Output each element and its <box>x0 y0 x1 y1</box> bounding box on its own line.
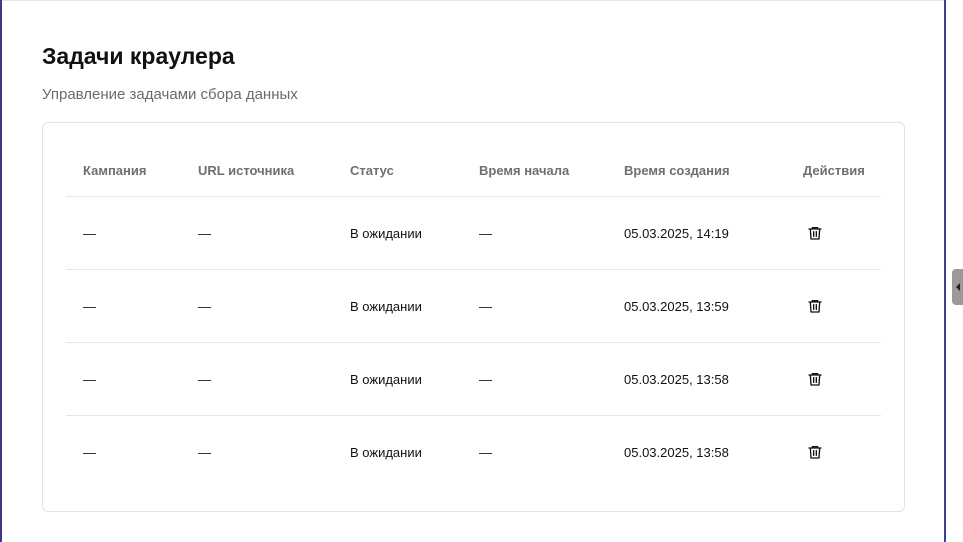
table-row: — — В ожидании — 05.03.2025, 14:19 <box>66 196 881 270</box>
delete-task-button[interactable] <box>803 367 827 391</box>
table-row: — — В ожидании — 05.03.2025, 13:59 <box>66 269 881 343</box>
cell-start-time: — <box>479 196 624 270</box>
cell-source-url: — <box>198 269 350 343</box>
delete-task-button[interactable] <box>803 440 827 464</box>
table-row: — — В ожидании — 05.03.2025, 13:58 <box>66 342 881 416</box>
cell-status: В ожидании <box>350 342 479 416</box>
cell-created-at: 05.03.2025, 13:58 <box>624 342 779 416</box>
table-row: — — В ожидании — 05.03.2025, 13:58 <box>66 416 881 489</box>
column-header-actions: Действия <box>779 145 881 197</box>
cell-source-url: — <box>198 196 350 270</box>
trash-icon <box>808 227 822 240</box>
crawler-tasks-table: Кампания URL источника Статус Время нача… <box>66 145 881 488</box>
cell-status: В ожидании <box>350 196 479 270</box>
cell-actions <box>779 416 881 489</box>
cell-actions <box>779 196 881 270</box>
page-title: Задачи краулера <box>42 43 235 69</box>
cell-source-url: — <box>198 342 350 416</box>
table-header-row: Кампания URL источника Статус Время нача… <box>66 145 881 197</box>
column-header-status: Статус <box>350 145 479 197</box>
page-subtitle: Управление задачами сбора данных <box>42 86 298 103</box>
cell-status: В ожидании <box>350 444 422 460</box>
trash-icon <box>808 446 822 459</box>
cell-start-time: — <box>479 269 624 343</box>
main-page: Задачи краулера Управление задачами сбор… <box>2 0 944 542</box>
cell-actions <box>779 342 881 416</box>
cell-actions <box>779 269 881 343</box>
cell-created-at: 05.03.2025, 13:59 <box>624 269 779 343</box>
trash-icon <box>808 300 822 313</box>
chevron-left-icon <box>955 283 960 291</box>
tasks-card: Кампания URL источника Статус Время нача… <box>42 122 905 512</box>
cell-campaign: — <box>66 269 198 343</box>
cell-source-url: — <box>198 444 211 460</box>
column-header-created-at: Время создания <box>624 145 779 197</box>
panel-collapse-handle[interactable] <box>952 269 963 305</box>
cell-campaign: — <box>83 444 96 460</box>
cell-campaign: — <box>66 342 198 416</box>
cell-start-time: — <box>479 342 624 416</box>
column-header-source-url: URL источника <box>198 145 350 197</box>
column-header-campaign: Кампания <box>66 145 198 197</box>
cell-status: В ожидании <box>350 269 479 343</box>
cell-start-time: — <box>479 444 492 460</box>
delete-task-button[interactable] <box>803 221 827 245</box>
cell-campaign: — <box>66 196 198 270</box>
column-header-start-time: Время начала <box>479 145 624 197</box>
delete-task-button[interactable] <box>803 294 827 318</box>
trash-icon <box>808 373 822 386</box>
cell-created-at: 05.03.2025, 14:19 <box>624 196 779 270</box>
cell-created-at: 05.03.2025, 13:58 <box>624 444 729 460</box>
